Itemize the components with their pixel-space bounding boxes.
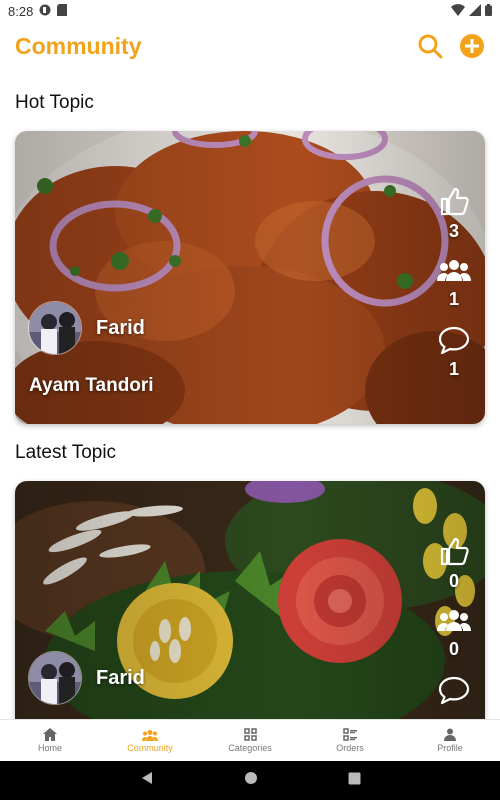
community-icon <box>142 729 158 741</box>
topic-stats: 3 1 1 <box>437 185 471 381</box>
nav-label: Home <box>37 743 62 753</box>
member-stat[interactable]: 0 <box>437 607 471 661</box>
like-count: 0 <box>448 571 459 591</box>
page-title: Community <box>15 32 142 59</box>
hot-topic-heading: Hot Topic <box>15 92 94 113</box>
group-icon <box>437 260 471 281</box>
notification-icon <box>39 4 51 19</box>
search-icon[interactable] <box>417 33 443 59</box>
app-bar: Community <box>0 22 500 70</box>
comment-count: 1 <box>448 359 459 379</box>
home-icon <box>43 728 57 741</box>
thumbs-up-icon <box>440 187 469 216</box>
recents-icon[interactable] <box>348 772 361 790</box>
signal-icon <box>469 3 481 19</box>
group-icon <box>437 610 471 631</box>
hot-topic-card[interactable]: Farid Ayam Tandori 3 1 1 <box>15 131 485 424</box>
orders-icon <box>343 728 357 741</box>
nav-item-orders[interactable]: Orders <box>300 720 400 761</box>
nav-label: Orders <box>336 743 364 753</box>
categories-icon <box>243 728 257 741</box>
bottom-nav: Home Community Categories Orders Profile <box>0 719 500 761</box>
battery-icon <box>485 3 492 19</box>
nav-item-profile[interactable]: Profile <box>400 720 500 761</box>
comment-stat[interactable]: 1 <box>437 325 471 381</box>
topic-stats: 0 0 <box>437 535 471 705</box>
nav-item-categories[interactable]: Categories <box>200 720 300 761</box>
author-name: Farid <box>96 316 145 339</box>
like-stat[interactable]: 0 <box>438 535 470 593</box>
latest-topic-heading: Latest Topic <box>15 442 117 463</box>
topic-title: Ayam Tandori <box>29 375 154 396</box>
latest-topic-card[interactable]: Farid 0 0 <box>15 481 485 741</box>
avatar[interactable] <box>28 651 82 705</box>
author-name: Farid <box>96 666 145 689</box>
comment-icon <box>438 676 470 705</box>
like-count: 3 <box>448 221 459 241</box>
system-nav-bar <box>0 761 500 800</box>
avatar[interactable] <box>28 301 82 355</box>
wifi-icon <box>451 3 465 19</box>
status-bar: 8:28 <box>0 0 500 22</box>
sd-card-icon <box>57 3 68 19</box>
member-count: 1 <box>448 289 459 309</box>
nav-item-home[interactable]: Home <box>0 720 100 761</box>
add-topic-button[interactable] <box>459 33 485 59</box>
member-stat[interactable]: 1 <box>437 257 471 311</box>
author-info[interactable]: Farid <box>28 651 145 705</box>
nav-label: Community <box>127 742 173 753</box>
add-circle-icon <box>460 34 484 58</box>
nav-label: Profile <box>437 743 463 753</box>
back-icon[interactable] <box>140 771 154 790</box>
like-stat[interactable]: 3 <box>438 185 470 243</box>
profile-icon <box>444 728 456 741</box>
comment-icon <box>438 326 470 355</box>
status-time: 8:28 <box>8 3 34 19</box>
member-count: 0 <box>448 639 459 659</box>
author-info[interactable]: Farid <box>28 301 145 355</box>
home-circle-icon[interactable] <box>244 771 258 790</box>
comment-stat[interactable] <box>437 675 471 705</box>
nav-item-community[interactable]: Community <box>100 720 200 761</box>
thumbs-up-icon <box>440 537 469 566</box>
nav-label: Categories <box>228 743 272 753</box>
